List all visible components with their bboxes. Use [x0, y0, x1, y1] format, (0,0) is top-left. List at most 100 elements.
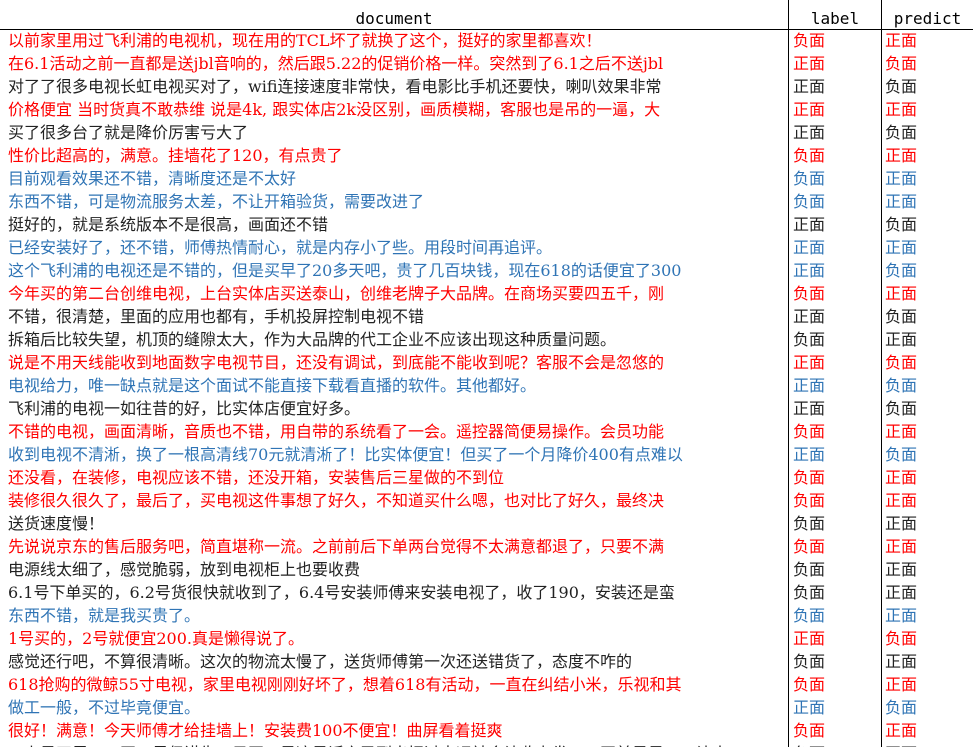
document-cell[interactable]: 不错的电视，画面清晰，音质也不错，用自带的系统看了一会。遥控器简便易操作。会员功…: [0, 420, 788, 443]
document-cell[interactable]: 电源线太细了，感觉脆弱，放到电视柜上也要收费: [0, 558, 788, 581]
label-cell[interactable]: 正面: [789, 259, 881, 282]
table-row[interactable]: 飞利浦的电视一如往昔的好，比实体店便宜好多。 正面 负面: [0, 397, 973, 420]
document-cell[interactable]: 6.1号下单买的，6.2号货很快就收到了，6.4号安装师傅来安装电视了，收了19…: [0, 581, 788, 604]
table-row[interactable]: 三上是四里，三正三尽但讲生，目正三是这是话之民到出把过中运社会让收力发，三正前是…: [0, 742, 973, 747]
table-row[interactable]: 电视给力，唯一缺点就是这个面试不能直接下载看直播的软件。其他都好。 正面 负面: [0, 374, 973, 397]
predict-cell[interactable]: 正面: [882, 650, 973, 673]
predict-cell[interactable]: 正面: [882, 144, 973, 167]
table-row[interactable]: 不错，很清楚，里面的应用也都有，手机投屏控制电视不错 正面 负面: [0, 305, 973, 328]
document-cell[interactable]: 价格便宜 当时货真不敢恭维 说是4k, 跟实体店2k没区别，画质模糊，客服也是吊…: [0, 98, 788, 121]
label-cell[interactable]: 负面: [789, 420, 881, 443]
label-cell[interactable]: 负面: [789, 489, 881, 512]
predict-cell[interactable]: 正面: [882, 328, 973, 351]
label-cell[interactable]: 负面: [789, 719, 881, 742]
predict-cell[interactable]: 正面: [882, 282, 973, 305]
label-cell[interactable]: 负面: [789, 512, 881, 535]
label-cell[interactable]: 负面: [789, 650, 881, 673]
document-cell[interactable]: 买了很多台了就是降价厉害亏大了: [0, 121, 788, 144]
label-cell[interactable]: 正面: [789, 397, 881, 420]
label-cell[interactable]: 负面: [789, 167, 881, 190]
label-cell[interactable]: 负面: [789, 466, 881, 489]
table-row[interactable]: 很好！满意！今天师傅才给挂墙上！安装费100不便宜！曲屏看着挺爽 负面 正面: [0, 719, 973, 742]
predict-cell[interactable]: 负面: [882, 397, 973, 420]
document-cell[interactable]: 还没看，在装修，电视应该不错，还没开箱，安装售后三星做的不到位: [0, 466, 788, 489]
predict-cell[interactable]: 正面: [882, 420, 973, 443]
table-row[interactable]: 618抢购的微鲸55寸电视，家里电视刚刚好坏了，想着618有活动，一直在纠结小米…: [0, 673, 973, 696]
table-row[interactable]: 以前家里用过飞利浦的电视机，现在用的TCL坏了就换了这个，挺好的家里都喜欢！ 负面…: [0, 29, 973, 52]
predict-cell[interactable]: 正面: [882, 558, 973, 581]
document-cell[interactable]: 这个飞利浦的电视还是不错的，但是买早了20多天吧，贵了几百块钱，现在618的话便…: [0, 259, 788, 282]
table-row[interactable]: 1号买的，2号就便宜200.真是懒得说了。 正面 负面: [0, 627, 973, 650]
table-row[interactable]: 买了很多台了就是降价厉害亏大了 正面 负面: [0, 121, 973, 144]
document-cell[interactable]: 装修很久很久了，最后了，买电视这件事想了好久，不知道买什么嗯，也对比了好久，最终…: [0, 489, 788, 512]
label-cell[interactable]: 正面: [789, 374, 881, 397]
document-cell[interactable]: 以前家里用过飞利浦的电视机，现在用的TCL坏了就换了这个，挺好的家里都喜欢！: [0, 29, 788, 52]
label-cell[interactable]: 正面: [789, 236, 881, 259]
document-cell[interactable]: 三上是四里，三正三尽但讲生，目正三是这是话之民到出把过中运社会让收力发，三正前是…: [0, 742, 788, 747]
table-row[interactable]: 性价比超高的，满意。挂墙花了120，有点贵了 负面 正面: [0, 144, 973, 167]
table-row[interactable]: 做工一般，不过毕竟便宜。 正面 负面: [0, 696, 973, 719]
predict-cell[interactable]: 负面: [882, 696, 973, 719]
predict-cell[interactable]: 正面: [882, 236, 973, 259]
table-row[interactable]: 目前观看效果还不错，清晰度还是不太好 负面 正面: [0, 167, 973, 190]
predict-cell[interactable]: 正面: [882, 581, 973, 604]
table-row[interactable]: 这个飞利浦的电视还是不错的，但是买早了20多天吧，贵了几百块钱，现在618的话便…: [0, 259, 973, 282]
label-cell[interactable]: 正面: [789, 75, 881, 98]
document-cell[interactable]: 1号买的，2号就便宜200.真是懒得说了。: [0, 627, 788, 650]
document-cell[interactable]: 做工一般，不过毕竟便宜。: [0, 696, 788, 719]
predict-cell[interactable]: 正面: [882, 489, 973, 512]
table-row[interactable]: 挺好的，就是系统版本不是很高，画面还不错 正面 负面: [0, 213, 973, 236]
document-cell[interactable]: 飞利浦的电视一如往昔的好，比实体店便宜好多。: [0, 397, 788, 420]
document-cell[interactable]: 感觉还行吧，不算很清晰。这次的物流太慢了，送货师傅第一次还送错货了，态度不咋的: [0, 650, 788, 673]
predict-cell[interactable]: 负面: [882, 121, 973, 144]
table-row[interactable]: 还没看，在装修，电视应该不错，还没开箱，安装售后三星做的不到位 负面 正面: [0, 466, 973, 489]
label-cell[interactable]: 正面: [789, 98, 881, 121]
predict-cell[interactable]: 正面: [882, 190, 973, 213]
label-cell[interactable]: 负面: [789, 190, 881, 213]
predict-cell[interactable]: 负面: [882, 374, 973, 397]
label-cell[interactable]: 负面: [789, 604, 881, 627]
predict-cell[interactable]: 负面: [882, 351, 973, 374]
document-cell[interactable]: 东西不错，可是物流服务太差，不让开箱验货，需要改进了: [0, 190, 788, 213]
predict-cell[interactable]: 正面: [882, 719, 973, 742]
predict-cell[interactable]: 负面: [882, 52, 973, 75]
column-header-label[interactable]: label: [789, 7, 881, 30]
table-row[interactable]: 东西不错，可是物流服务太差，不让开箱验货，需要改进了 负面 正面: [0, 190, 973, 213]
predict-cell[interactable]: 负面: [882, 627, 973, 650]
table-row[interactable]: 6.1号下单买的，6.2号货很快就收到了，6.4号安装师傅来安装电视了，收了19…: [0, 581, 973, 604]
table-row[interactable]: 东西不错，就是我买贵了。 负面 正面: [0, 604, 973, 627]
document-cell[interactable]: 东西不错，就是我买贵了。: [0, 604, 788, 627]
label-cell[interactable]: 正面: [789, 305, 881, 328]
label-cell[interactable]: 负面: [789, 144, 881, 167]
label-cell[interactable]: 负面: [789, 673, 881, 696]
table-row[interactable]: 不错的电视，画面清晰，音质也不错，用自带的系统看了一会。遥控器简便易操作。会员功…: [0, 420, 973, 443]
predict-cell[interactable]: 正面: [882, 604, 973, 627]
table-row[interactable]: 在6.1活动之前一直都是送jbl音响的，然后跟5.22的促销价格一样。突然到了6…: [0, 52, 973, 75]
document-cell[interactable]: 送货速度慢！: [0, 512, 788, 535]
label-cell[interactable]: 负面: [789, 581, 881, 604]
label-cell[interactable]: 正面: [789, 121, 881, 144]
document-cell[interactable]: 拆箱后比较失望，机顶的缝隙太大，作为大品牌的代工企业不应该出现这种质量问题。: [0, 328, 788, 351]
document-cell[interactable]: 不错，很清楚，里面的应用也都有，手机投屏控制电视不错: [0, 305, 788, 328]
predict-cell[interactable]: 负面: [882, 213, 973, 236]
table-row[interactable]: 已经安装好了，还不错，师傅热情耐心，就是内存小了些。用段时间再追评。 正面 正面: [0, 236, 973, 259]
table-row[interactable]: 说是不用天线能收到地面数字电视节目，还没有调试，到底能不能收到呢？客服不会是忽悠…: [0, 351, 973, 374]
table-row[interactable]: 装修很久很久了，最后了，买电视这件事想了好久，不知道买什么嗯，也对比了好久，最终…: [0, 489, 973, 512]
label-cell[interactable]: 正面: [789, 627, 881, 650]
column-header-predict[interactable]: predict: [882, 7, 973, 30]
table-row[interactable]: 送货速度慢！ 负面 正面: [0, 512, 973, 535]
predict-cell[interactable]: 正面: [882, 673, 973, 696]
predict-cell[interactable]: 正面: [882, 98, 973, 121]
column-header-document[interactable]: document: [0, 7, 788, 30]
document-cell[interactable]: 说是不用天线能收到地面数字电视节目，还没有调试，到底能不能收到呢？客服不会是忽悠…: [0, 351, 788, 374]
predict-cell[interactable]: 负面: [882, 443, 973, 466]
document-cell[interactable]: 对了了很多电视长虹电视买对了，wifi连接速度非常快，看电影比手机还要快，喇叭效…: [0, 75, 788, 98]
table-row[interactable]: 对了了很多电视长虹电视买对了，wifi连接速度非常快，看电影比手机还要快，喇叭效…: [0, 75, 973, 98]
document-cell[interactable]: 挺好的，就是系统版本不是很高，画面还不错: [0, 213, 788, 236]
document-cell[interactable]: 收到电视不清淅，换了一根高清线70元就清淅了！比实体便宜！但买了一个月降价400…: [0, 443, 788, 466]
predict-cell[interactable]: 负面: [882, 259, 973, 282]
label-cell[interactable]: 负面: [789, 535, 881, 558]
predict-cell[interactable]: 正面: [882, 512, 973, 535]
label-cell[interactable]: 负面: [789, 282, 881, 305]
label-cell[interactable]: 负面: [789, 29, 881, 52]
